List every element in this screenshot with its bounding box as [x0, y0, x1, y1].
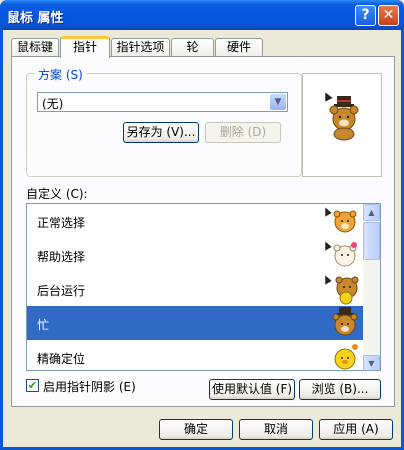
list-scrollbar[interactable]: ▲ ▼	[363, 204, 380, 370]
scroll-down-icon[interactable]: ▼	[363, 355, 380, 370]
scroll-up-icon[interactable]: ▲	[363, 204, 380, 221]
list-item[interactable]: 后台运行	[27, 272, 368, 306]
tab-buttons[interactable]: 鼠标键	[11, 38, 59, 56]
scheme-group: 方案 (S) (无) ▼ 另存为 (V)... 删除 (D)	[26, 66, 302, 177]
help-button[interactable]: ?	[355, 5, 376, 26]
use-default-button[interactable]: 使用默认值 (F)	[209, 379, 295, 400]
bear-help-icon	[324, 240, 357, 267]
tab-hardware[interactable]: 硬件	[215, 38, 263, 56]
list-item-label: 帮助选择	[37, 250, 86, 264]
scheme-selected-value: (无)	[42, 97, 64, 111]
scroll-thumb[interactable]	[363, 222, 380, 260]
apply-button[interactable]: 应用 (A)	[319, 419, 393, 440]
scheme-label: 方案 (S)	[35, 66, 86, 83]
tab-pointers[interactable]: 指针	[60, 36, 110, 58]
shadow-checkbox[interactable]: ✔	[26, 379, 39, 392]
scheme-dropdown[interactable]: (无) ▼	[37, 92, 288, 112]
list-item-label: 精确定位	[37, 352, 86, 366]
shadow-checkbox-label[interactable]: 启用指针阴影 (E)	[43, 378, 136, 395]
list-item-label: 忙	[37, 318, 50, 332]
bear-precision-icon	[334, 344, 358, 370]
pointers-panel: 方案 (S) (无) ▼ 另存为 (V)... 删除 (D) 自定义 (C): …	[11, 56, 395, 407]
list-item[interactable]: 正常选择	[27, 204, 368, 238]
list-item[interactable]: 帮助选择	[27, 238, 368, 272]
tab-pointer-options[interactable]: 指针选项	[111, 38, 170, 56]
tab-wheel[interactable]: 轮	[171, 38, 214, 56]
bear-busy-icon	[332, 307, 358, 336]
window-title: 鼠标 属性	[7, 11, 64, 26]
delete-button[interactable]: 删除 (D)	[205, 122, 281, 143]
dialog-body: 鼠标键 指针 指针选项 轮 硬件 方案 (S) (无) ▼ 另存为 (V)...…	[3, 30, 401, 447]
busy-bear-cursor-icon	[324, 91, 359, 141]
mouse-properties-window: 鼠标 属性 ? ✕ 鼠标键 指针 指针选项 轮 硬件 方案 (S) (无) ▼ …	[0, 0, 404, 450]
cursor-list[interactable]: 正常选择 帮助选择 后台运行 忙 精确定位 ▲ ▼	[26, 203, 381, 371]
close-button[interactable]: ✕	[378, 5, 399, 26]
bear-arrow-icon	[324, 206, 357, 233]
ok-button[interactable]: 确定	[159, 419, 233, 440]
list-item[interactable]: 精确定位	[27, 340, 368, 370]
save-as-button[interactable]: 另存为 (V)...	[123, 122, 199, 143]
list-item-selected[interactable]: 忙	[27, 306, 368, 340]
customize-label: 自定义 (C):	[26, 187, 88, 201]
title-bar[interactable]: 鼠标 属性 ? ✕	[0, 0, 404, 30]
cursor-preview	[302, 73, 382, 177]
list-item-label: 正常选择	[37, 216, 86, 230]
bear-working-icon	[324, 274, 359, 305]
cancel-button[interactable]: 取消	[239, 419, 313, 440]
browse-button[interactable]: 浏览 (B)...	[299, 379, 381, 400]
list-item-label: 后台运行	[37, 284, 86, 298]
chevron-down-icon[interactable]: ▼	[270, 94, 286, 110]
